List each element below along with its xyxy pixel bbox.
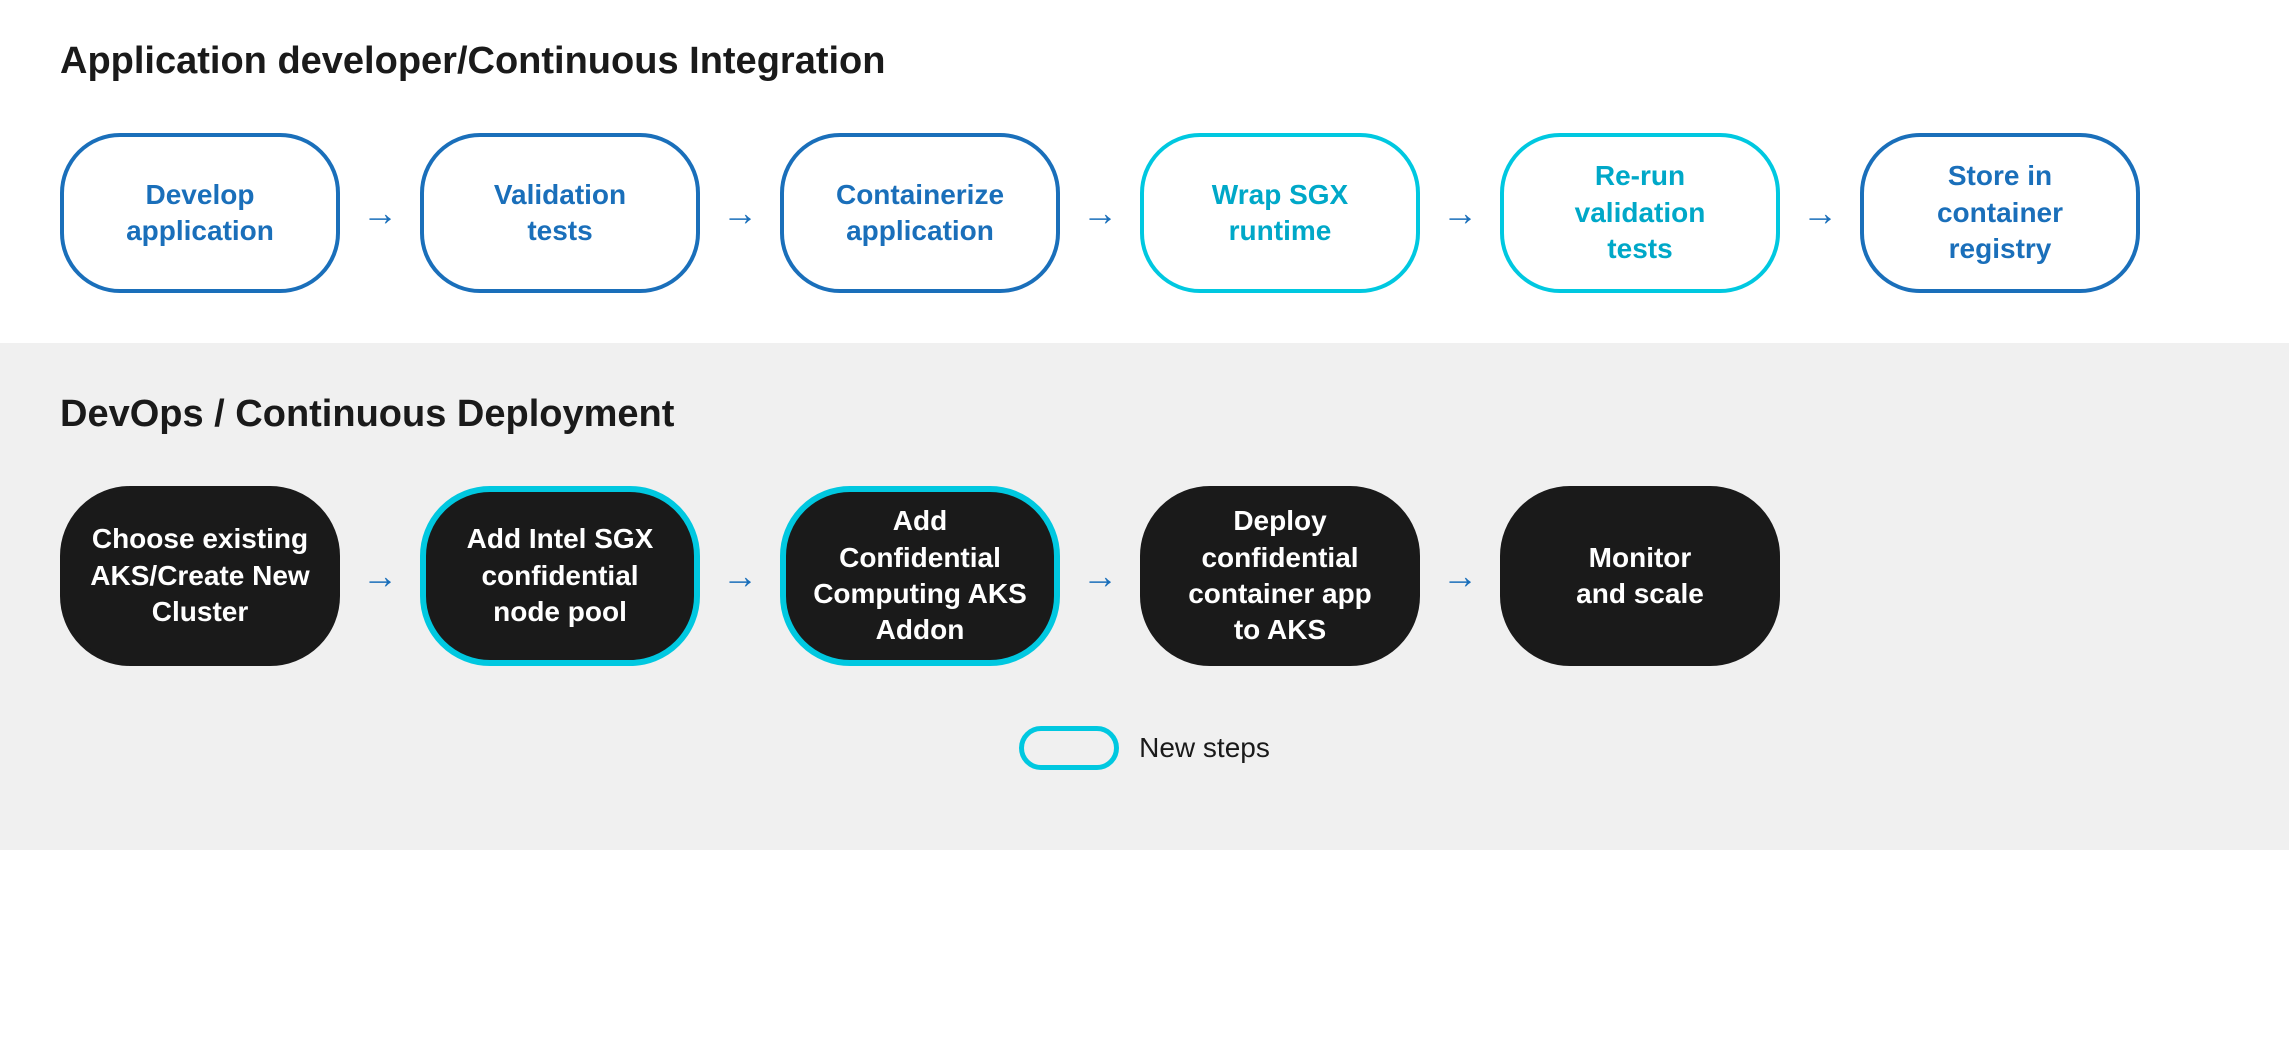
arrow-b1: →	[340, 555, 420, 597]
node-deploy-app: Deploy confidential container app to AKS	[1140, 486, 1420, 666]
legend-shape	[1019, 726, 1119, 770]
top-flow: Develop application → Validation tests →…	[60, 133, 2229, 293]
top-section: Application developer/Continuous Integra…	[0, 0, 2289, 343]
arrow-b3: →	[1060, 555, 1140, 597]
bottom-section-title: DevOps / Continuous Deployment	[60, 393, 2229, 436]
arrow-3: →	[1060, 192, 1140, 234]
node-containerize: Containerize application	[780, 133, 1060, 293]
bottom-flow: Choose existing AKS/Create New Cluster →…	[60, 486, 2229, 666]
bottom-section: DevOps / Continuous Deployment Choose ex…	[0, 343, 2289, 850]
arrow-b4: →	[1420, 555, 1500, 597]
arrow-2: →	[700, 192, 780, 234]
node-wrap-sgx: Wrap SGX runtime	[1140, 133, 1420, 293]
legend-text: New steps	[1139, 732, 1270, 764]
arrow-4: →	[1420, 192, 1500, 234]
node-develop: Develop application	[60, 133, 340, 293]
arrow-b2: →	[700, 555, 780, 597]
node-rerun-validation: Re-run validation tests	[1500, 133, 1780, 293]
top-section-title: Application developer/Continuous Integra…	[60, 40, 2229, 83]
node-validation: Validation tests	[420, 133, 700, 293]
node-store-registry: Store in container registry	[1860, 133, 2140, 293]
node-monitor: Monitor and scale	[1500, 486, 1780, 666]
node-add-sgx: Add Intel SGX confidential node pool	[420, 486, 700, 666]
node-choose-aks: Choose existing AKS/Create New Cluster	[60, 486, 340, 666]
node-add-cc: Add Confidential Computing AKS Addon	[780, 486, 1060, 666]
arrow-5: →	[1780, 192, 1860, 234]
arrow-1: →	[340, 192, 420, 234]
legend-row: New steps	[60, 726, 2229, 770]
